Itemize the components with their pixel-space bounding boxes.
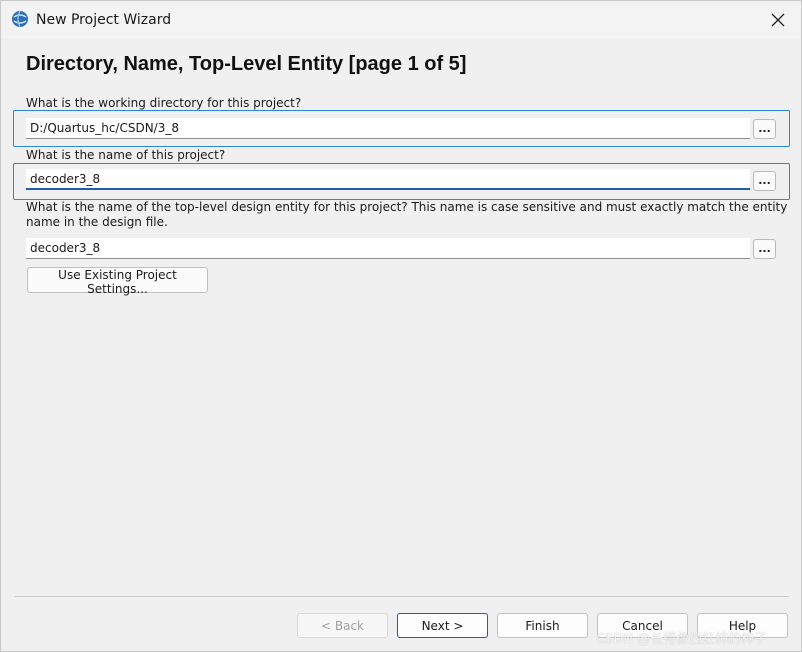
top-level-label-line2: name in the design file.: [26, 215, 168, 229]
title-bar[interactable]: New Project Wizard: [1, 1, 801, 39]
finish-button[interactable]: Finish: [497, 613, 588, 638]
close-icon[interactable]: [763, 5, 793, 35]
top-level-input[interactable]: [26, 238, 750, 259]
watermark-text: CSDN @长得像西红柿的柿子: [596, 632, 768, 647]
project-name-label: What is the name of this project?: [26, 148, 226, 162]
wizard-window: New Project Wizard Directory, Name, Top-…: [0, 0, 802, 652]
directory-label: What is the working directory for this p…: [26, 96, 302, 110]
back-button[interactable]: < Back: [297, 613, 388, 638]
use-existing-settings-button[interactable]: Use Existing Project Settings...: [27, 267, 208, 296]
project-name-input[interactable]: [26, 169, 750, 190]
directory-input[interactable]: [26, 118, 750, 139]
footer-divider: [15, 596, 789, 597]
next-button[interactable]: Next >: [397, 613, 488, 638]
directory-browse-button[interactable]: ...: [753, 119, 776, 139]
project-name-browse-button[interactable]: ...: [753, 171, 776, 191]
quartus-app-icon: [11, 10, 29, 28]
top-level-label-line1: What is the name of the top-level design…: [26, 200, 788, 214]
top-level-browse-button[interactable]: ...: [753, 239, 776, 259]
page-title: Directory, Name, Top-Level Entity [page …: [26, 53, 467, 75]
window-title: New Project Wizard: [36, 12, 172, 28]
